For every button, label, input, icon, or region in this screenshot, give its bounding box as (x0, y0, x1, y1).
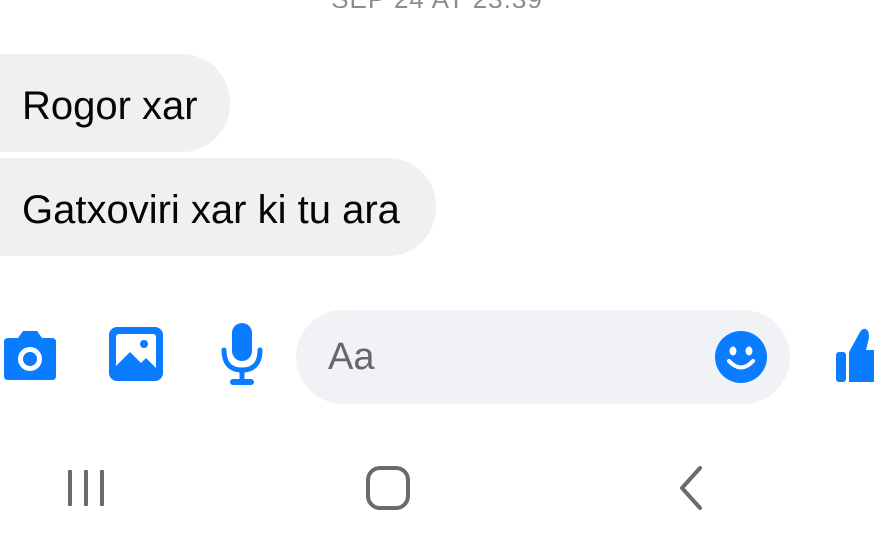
home-icon[interactable] (364, 464, 412, 512)
recent-apps-icon[interactable] (64, 466, 108, 510)
gallery-icon[interactable] (108, 326, 164, 382)
thumbs-up-icon[interactable] (834, 326, 874, 384)
received-message-bubble[interactable]: Gatxoviri xar ki tu ara (0, 158, 436, 256)
message-input[interactable] (328, 332, 698, 382)
message-timestamp: SEP 24 AT 23:39 (0, 0, 874, 8)
messenger-screen: SEP 24 AT 23:39 Rogor xar Gatxoviri xar … (0, 0, 874, 551)
message-text: Rogor xar (22, 84, 198, 128)
microphone-icon[interactable] (220, 322, 264, 386)
camera-icon[interactable] (0, 330, 60, 382)
received-message-bubble[interactable]: Rogor xar (0, 54, 230, 152)
back-icon[interactable] (674, 464, 706, 512)
message-composer[interactable] (296, 310, 790, 404)
timestamp-container: SEP 24 AT 23:39 (0, 0, 874, 8)
emoji-icon[interactable] (714, 330, 768, 384)
message-text: Gatxoviri xar ki tu ara (22, 188, 400, 232)
